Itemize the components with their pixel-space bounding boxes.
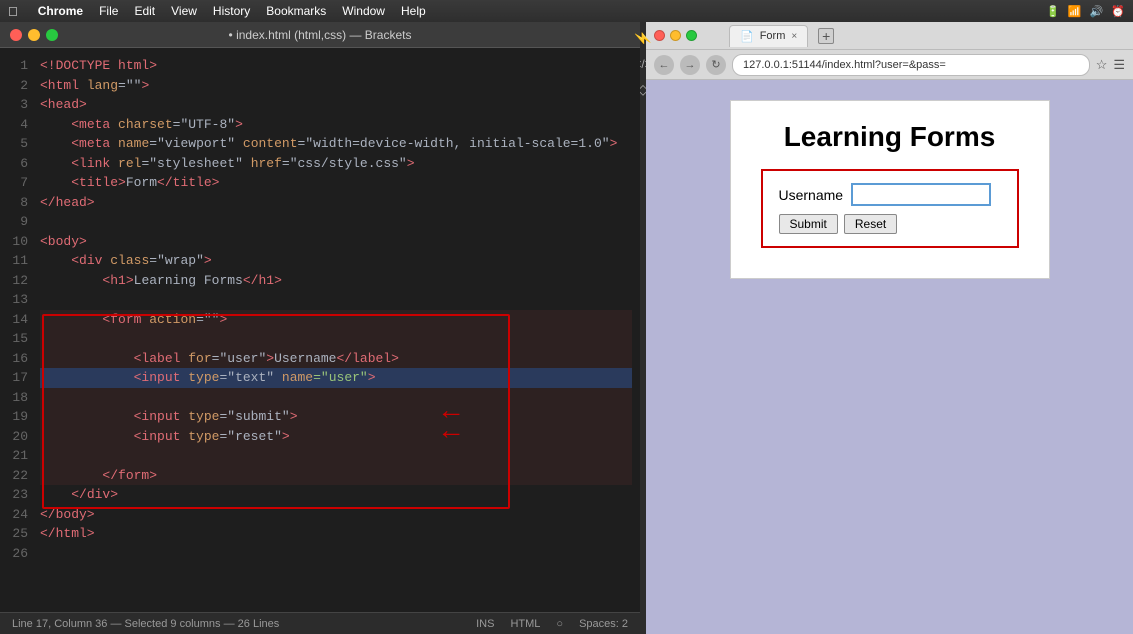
status-spaces: Spaces: 2 [579, 618, 628, 630]
bookmark-icon[interactable]: ☆ [1096, 57, 1108, 73]
code-line-8: </head> [40, 193, 632, 213]
chrome-traffic-lights[interactable] [654, 30, 697, 41]
forward-button[interactable]: → [680, 55, 700, 75]
code-line-3: <head> [40, 95, 632, 115]
tab-close-button[interactable]: × [791, 31, 797, 42]
code-line-26 [40, 544, 632, 564]
chrome-panel: 📄 Form × + ← → ↻ 127.0.0.1:51144/index.h… [646, 22, 1133, 634]
status-circle: ○ [556, 618, 563, 630]
reset-button[interactable]: Reset [844, 214, 897, 234]
status-position: Line 17, Column 36 — Selected 9 columns … [12, 618, 279, 630]
traffic-yellow[interactable] [28, 29, 40, 41]
back-button[interactable]: ← [654, 55, 674, 75]
traffic-green[interactable] [46, 29, 58, 41]
menu-edit[interactable]: Edit [134, 4, 155, 18]
code-line-9 [40, 212, 632, 232]
chrome-tab[interactable]: 📄 Form × [729, 25, 808, 47]
code-line-24: </body> [40, 505, 632, 525]
arrow-line-17: ← [437, 414, 465, 446]
code-line-4: <meta charset="UTF-8"> [40, 115, 632, 135]
code-line-18 [40, 388, 632, 408]
code-line-14: <form action=""> [40, 310, 632, 330]
refresh-button[interactable]: ↻ [706, 55, 726, 75]
browser-content: Learning Forms Username Submit Reset [646, 80, 1133, 634]
chrome-tl-red[interactable] [654, 30, 665, 41]
code-line-10: <body> [40, 232, 632, 252]
username-label: Username [779, 187, 844, 203]
code-area[interactable]: 12345 678910 1112131415 1617181920 21222… [0, 48, 640, 612]
code-line-22: </form> [40, 466, 632, 486]
code-line-16: <label for="user">Username</label> [40, 349, 632, 369]
apple-menu[interactable]:  [8, 4, 18, 19]
menu-bookmarks[interactable]: Bookmarks [266, 4, 326, 18]
line-numbers: 12345 678910 1112131415 1617181920 21222… [0, 48, 32, 612]
form-buttons: Submit Reset [779, 214, 1001, 234]
page-heading: Learning Forms [761, 121, 1019, 153]
code-line-7: <title>Form</title> [40, 173, 632, 193]
form-card: Learning Forms Username Submit Reset [730, 100, 1050, 279]
code-line-6: <link rel="stylesheet" href="css/style.c… [40, 154, 632, 174]
code-line-25: </html> [40, 524, 632, 544]
editor-panel: • index.html (html,css) — Brackets 12345… [0, 22, 640, 634]
settings-icon[interactable]: ☰ [1113, 57, 1125, 73]
editor-titlebar: • index.html (html,css) — Brackets [0, 22, 640, 48]
status-lang[interactable]: HTML [510, 618, 540, 630]
menu-history[interactable]: History [213, 4, 250, 18]
editor-traffic-lights[interactable] [10, 29, 58, 41]
status-bar: Line 17, Column 36 — Selected 9 columns … [0, 612, 640, 634]
editor-title-dot: • [229, 28, 233, 42]
chrome-navbar: ← → ↻ 127.0.0.1:51144/index.html?user=&p… [646, 50, 1133, 80]
main-layout: • index.html (html,css) — Brackets 12345… [0, 22, 1133, 634]
code-line-2: <html lang=""> [40, 76, 632, 96]
code-line-21 [40, 446, 632, 466]
form-inner: Username Submit Reset [761, 169, 1019, 248]
code-line-5: <meta name="viewport" content="width=dev… [40, 134, 632, 154]
code-line-12: <h1>Learning Forms</h1> [40, 271, 632, 291]
chrome-tl-yellow[interactable] [670, 30, 681, 41]
menu-right-icons: 🔋📶🔊⏰ [1046, 5, 1125, 18]
code-line-20: <input type="reset"> [40, 427, 632, 447]
code-line-19: <input type="submit"> [40, 407, 632, 427]
nav-icons: ☆ ☰ [1096, 57, 1125, 73]
menu-chrome[interactable]: Chrome [38, 4, 83, 18]
menu-help[interactable]: Help [401, 4, 426, 18]
editor-title-filename: index.html (html,css) [236, 28, 346, 42]
address-text: 127.0.0.1:51144/index.html?user=&pass= [743, 59, 946, 71]
code-content[interactable]: <!DOCTYPE html> <html lang=""> <head> <m… [32, 48, 640, 612]
code-line-17: <input type="text" name="user"> [40, 368, 632, 388]
code-line-13 [40, 290, 632, 310]
address-bar[interactable]: 127.0.0.1:51144/index.html?user=&pass= [732, 54, 1090, 76]
chrome-tl-green[interactable] [686, 30, 697, 41]
editor-title-app: Brackets [365, 28, 412, 42]
code-wrapper: 12345 678910 1112131415 1617181920 21222… [0, 48, 640, 612]
new-tab-button[interactable]: + [818, 28, 834, 44]
menu-window[interactable]: Window [342, 4, 385, 18]
chrome-titlebar: 📄 Form × + [646, 22, 1133, 50]
form-username-row: Username [779, 183, 1001, 206]
status-right: INS HTML ○ Spaces: 2 [476, 618, 628, 630]
tab-icon: 📄 [740, 30, 754, 43]
username-input[interactable] [851, 183, 991, 206]
editor-title-sep: — [349, 28, 364, 42]
menu-file[interactable]: File [99, 4, 118, 18]
status-ins: INS [476, 618, 494, 630]
menu-bar:  Chrome File Edit View History Bookmark… [0, 0, 1133, 22]
traffic-red[interactable] [10, 29, 22, 41]
submit-button[interactable]: Submit [779, 214, 838, 234]
code-line-1: <!DOCTYPE html> [40, 56, 632, 76]
tool-lightning[interactable]: ⚡ [635, 30, 652, 47]
tab-title: Form [760, 30, 786, 42]
code-line-11: <div class="wrap"> [40, 251, 632, 271]
menu-view[interactable]: View [171, 4, 197, 18]
new-tab-icon: + [822, 29, 830, 43]
code-line-23: </div> [40, 485, 632, 505]
editor-title: • index.html (html,css) — Brackets [229, 28, 412, 42]
code-line-15 [40, 329, 632, 349]
